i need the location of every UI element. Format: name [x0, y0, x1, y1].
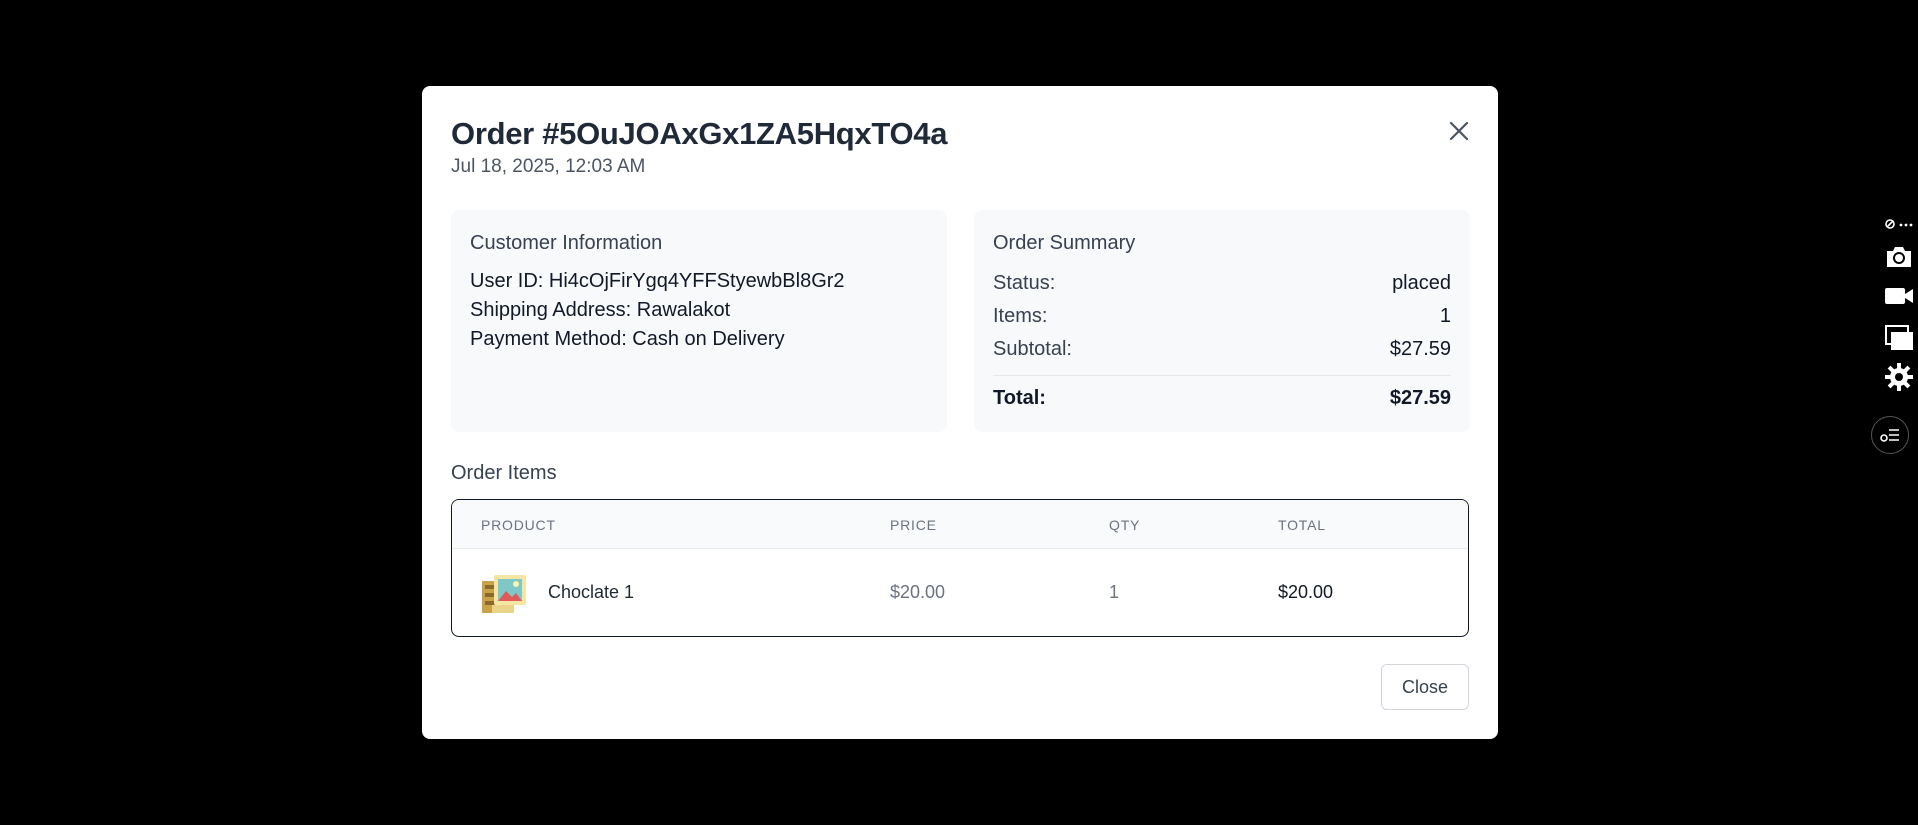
total-row: Total: $27.59 — [993, 382, 1451, 415]
close-button[interactable]: Close — [1381, 664, 1469, 710]
assistant-list-icon[interactable] — [1871, 416, 1909, 454]
items-row: Items: 1 — [993, 300, 1451, 333]
product-image-placeholder-icon — [480, 571, 528, 615]
windows-icon[interactable] — [1880, 324, 1918, 352]
items-label: Items: — [993, 305, 1048, 327]
order-items-heading: Order Items — [451, 462, 557, 484]
total-label: Total: — [993, 387, 1046, 409]
close-icon[interactable] — [1444, 116, 1474, 146]
subtotal-value: $27.59 — [1389, 338, 1451, 360]
gear-icon[interactable] — [1880, 362, 1918, 392]
product-qty: 1 — [1109, 582, 1120, 602]
table-header: PRODUCT PRICE QTY TOTAL — [452, 500, 1468, 549]
customer-information-title: Customer Information — [470, 232, 663, 254]
column-header-qty: QTY — [1109, 517, 1141, 533]
product-price: $20.00 — [890, 582, 946, 602]
order-items-table: PRODUCT PRICE QTY TOTAL Choclate 1 $20.0… — [451, 499, 1469, 637]
subtotal-row: Subtotal: $27.59 — [993, 333, 1451, 366]
order-date: Jul 18, 2025, 12:03 AM — [451, 156, 646, 177]
order-summary-title: Order Summary — [993, 232, 1136, 254]
user-id: User ID: Hi4cOjFirYgq4YFFStyewbBl8Gr2 — [470, 270, 845, 292]
order-detail-modal: Order #5OuJOAxGx1ZA5HqxTO4a Jul 18, 2025… — [422, 86, 1498, 739]
payment-method: Payment Method: Cash on Delivery — [470, 328, 785, 350]
extension-menu-icon[interactable] — [1880, 218, 1918, 230]
product-name: Choclate 1 — [548, 582, 635, 602]
customer-information-panel: Customer Information User ID: Hi4cOjFirY… — [451, 210, 947, 432]
items-value: 1 — [1439, 305, 1451, 327]
status-value: placed — [1392, 272, 1451, 294]
shipping-address: Shipping Address: Rawalakot — [470, 299, 731, 321]
status-row: Status: placed — [993, 267, 1451, 300]
table-row: Choclate 1 $20.00 1 $20.00 — [452, 549, 1468, 636]
total-value: $27.59 — [1389, 387, 1451, 409]
status-label: Status: — [993, 272, 1056, 294]
video-camera-icon[interactable] — [1880, 284, 1918, 308]
column-header-product: PRODUCT — [481, 517, 556, 533]
summary-divider — [993, 375, 1451, 376]
product-total: $20.00 — [1278, 582, 1334, 602]
camera-icon[interactable] — [1880, 244, 1918, 270]
order-title: Order #5OuJOAxGx1ZA5HqxTO4a — [451, 116, 948, 151]
extension-toolbar — [1880, 214, 1918, 394]
order-summary-panel: Order Summary Status: placed Items: 1 Su… — [974, 210, 1470, 432]
column-header-total: TOTAL — [1278, 517, 1326, 533]
subtotal-label: Subtotal: — [993, 338, 1072, 360]
column-header-price: PRICE — [890, 517, 937, 533]
